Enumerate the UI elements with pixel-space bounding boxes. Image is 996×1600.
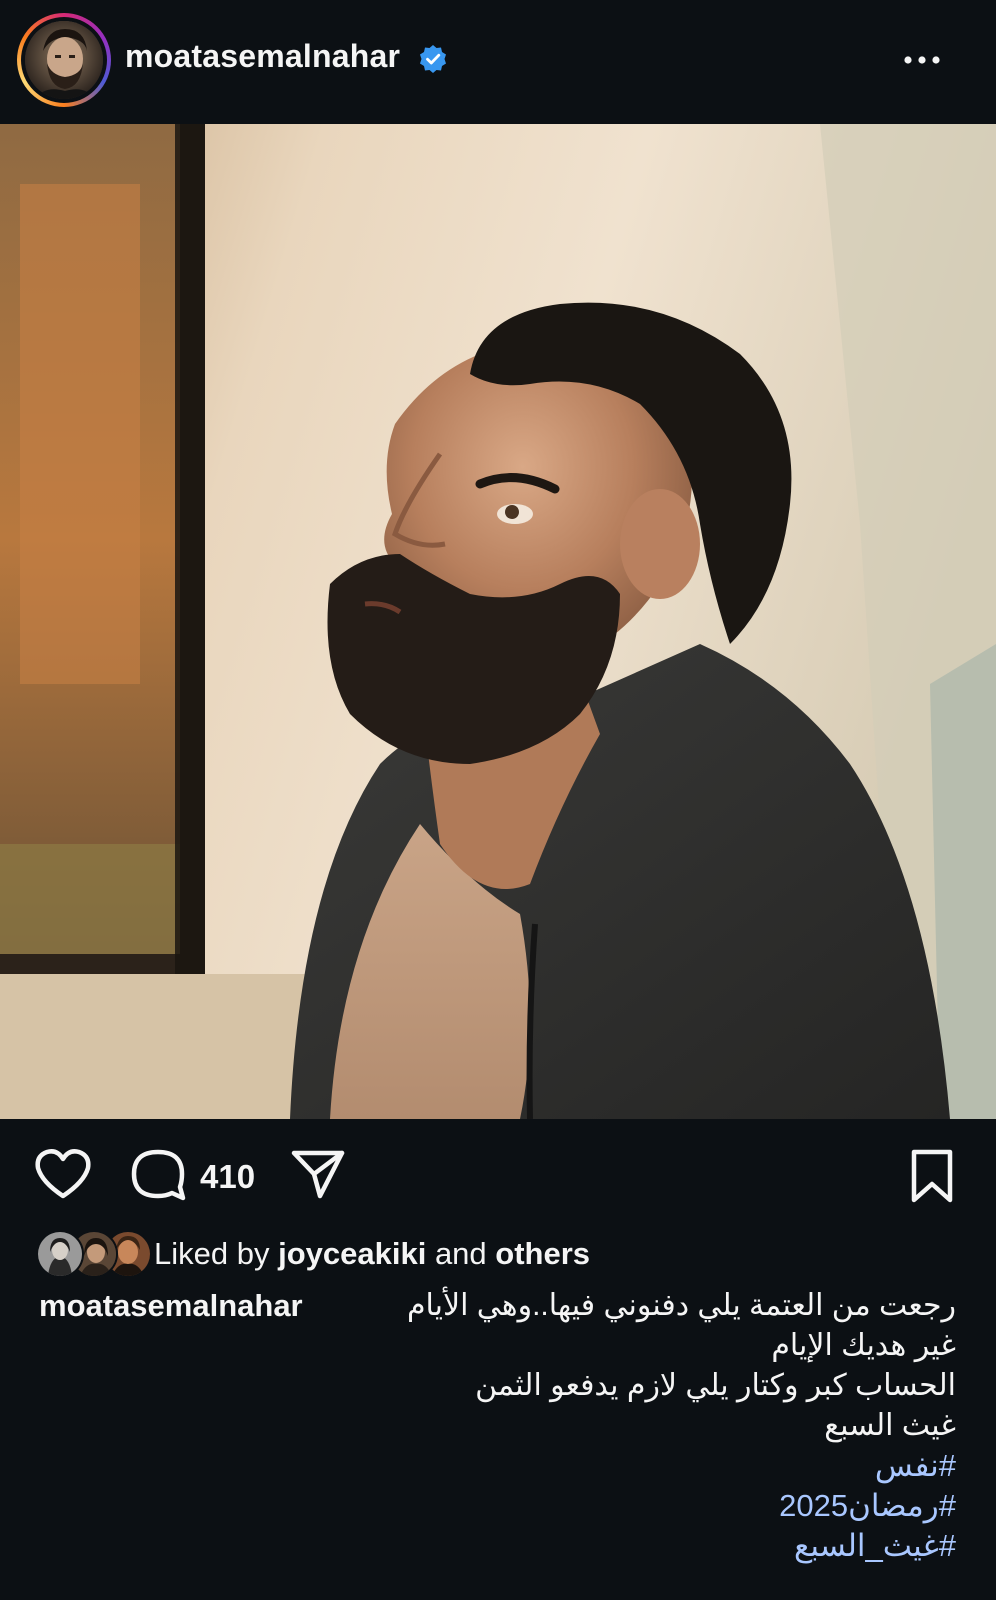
story-ring[interactable] (17, 13, 111, 107)
caption-line: الحساب كبر وكتار يلي لازم يدفعو الثمن (475, 1369, 956, 1402)
liker-avatar (36, 1230, 84, 1278)
caption-line: رجعت من العتمة يلي دفنوني فيها..وهي الأي… (406, 1289, 956, 1322)
send-icon[interactable] (290, 1147, 346, 1201)
more-options-icon[interactable] (902, 45, 942, 75)
comment-icon[interactable] (130, 1147, 186, 1201)
post-photo (0, 124, 996, 1119)
liked-by-text: Liked by joyceakiki and others (154, 1236, 590, 1272)
comment-count: 410 (200, 1158, 256, 1195)
liked-by-others[interactable]: others (495, 1236, 590, 1271)
hashtag-link[interactable]: #نفس (875, 1448, 956, 1484)
verified-badge-icon (420, 45, 446, 73)
liked-by-connector: and (434, 1236, 487, 1271)
avatar[interactable] (25, 21, 103, 99)
bookmark-icon[interactable] (908, 1148, 956, 1204)
hashtag-link[interactable]: #غيث_السبع (794, 1528, 956, 1564)
liked-by-prefix: Liked by (154, 1236, 270, 1271)
heart-icon[interactable] (34, 1148, 92, 1200)
caption-username[interactable]: moatasemalnahar (39, 1288, 303, 1324)
avatar-border (21, 17, 107, 103)
liked-by-user[interactable]: joyceakiki (278, 1236, 426, 1271)
post-image[interactable] (0, 124, 996, 1119)
post-header: moatasemalnahar (0, 0, 996, 124)
likes-summary[interactable]: Liked by joyceakiki and others (36, 1230, 956, 1280)
caption-line: غيث السبع (824, 1409, 956, 1442)
caption-line: غير هديك الإيام (771, 1329, 956, 1362)
hashtag-link[interactable]: #رمضان2025 (779, 1488, 956, 1524)
post-username[interactable]: moatasemalnahar (125, 38, 400, 75)
